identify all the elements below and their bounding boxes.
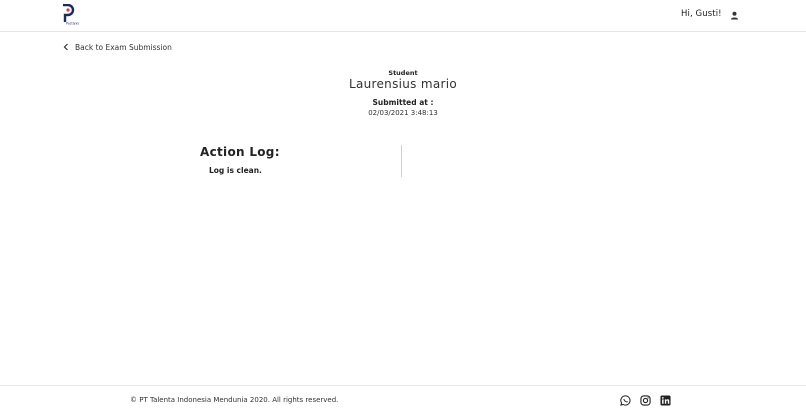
whatsapp-icon xyxy=(620,395,631,406)
copyright-text: © PT Talenta Indonesia Mendunia 2020. Al… xyxy=(130,396,339,404)
user-menu-button[interactable] xyxy=(728,9,740,21)
linkedin-icon xyxy=(660,395,671,406)
action-log-section: Action Log: Log is clean. xyxy=(0,142,806,182)
vertical-divider xyxy=(401,145,402,177)
instagram-link[interactable] xyxy=(640,395,651,406)
instagram-icon xyxy=(640,395,651,406)
page-footer: © PT Talenta Indonesia Mendunia 2020. Al… xyxy=(0,385,806,414)
person-icon xyxy=(730,11,738,20)
action-log-status: Log is clean. xyxy=(209,166,262,175)
user-greeting: Hi, Gusti! xyxy=(681,9,722,19)
whatsapp-link[interactable] xyxy=(620,395,631,406)
top-navbar: Pactlyxs Hi, Gusti! xyxy=(0,0,806,32)
student-name: Laurensius mario xyxy=(348,77,457,91)
chevron-left-icon xyxy=(63,43,68,51)
logo-mark-icon: Pactlyxs xyxy=(63,4,79,26)
linkedin-link[interactable] xyxy=(660,395,671,406)
action-log-title: Action Log: xyxy=(200,145,280,159)
back-link-label: Back to Exam Submission xyxy=(75,42,172,52)
student-label: Student xyxy=(388,69,418,77)
brand-logo[interactable]: Pactlyxs xyxy=(60,4,88,26)
submitted-at-value: 02/03/2021 3:48:13 xyxy=(368,109,438,117)
svg-text:Pactlyxs: Pactlyxs xyxy=(66,22,79,26)
back-to-exam-submission-link[interactable]: Back to Exam Submission xyxy=(63,41,172,53)
submitted-at-label: Submitted at : xyxy=(372,98,434,107)
